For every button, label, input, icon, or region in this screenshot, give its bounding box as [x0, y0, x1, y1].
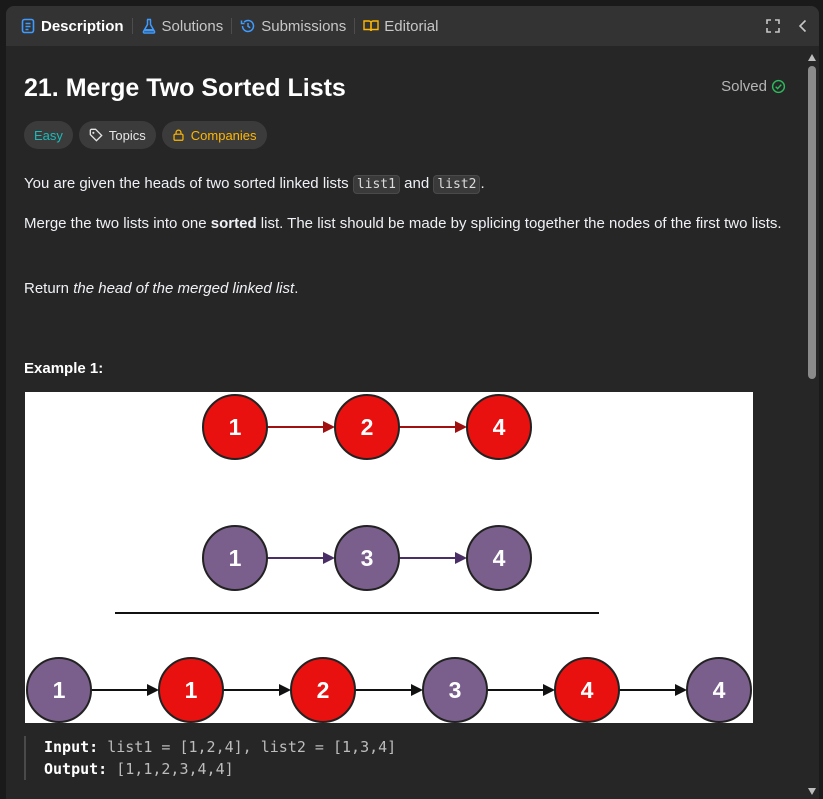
text: You are given the heads of two sorted li…	[24, 175, 353, 192]
example-diagram: 1 2 4 1 3 4 1 1 2 3 4 4	[25, 392, 753, 723]
arrow-head	[455, 421, 467, 433]
arrow-head	[543, 684, 555, 696]
fullscreen-icon[interactable]	[765, 18, 781, 34]
node-value: 1	[229, 414, 242, 440]
scroll-down-arrow[interactable]	[808, 788, 816, 795]
example-output-line: Output: [1,1,2,3,4,4]	[44, 758, 814, 780]
node-value: 3	[449, 677, 462, 703]
tab-description[interactable]: Description	[6, 6, 132, 46]
node-value: 4	[581, 677, 594, 703]
scrollbar-thumb[interactable]	[808, 66, 816, 379]
difficulty-badge[interactable]: Easy	[24, 121, 73, 149]
node-value: 4	[493, 545, 506, 571]
tag-icon	[89, 128, 103, 142]
node-value: 1	[53, 677, 66, 703]
tab-solutions[interactable]: Solutions	[133, 6, 232, 46]
arrow-head	[279, 684, 291, 696]
solved-status: Solved	[721, 78, 786, 95]
tab-bar: Description Solutions Submissions Editor…	[6, 6, 819, 46]
node-value: 2	[361, 414, 374, 440]
companies-label: Companies	[190, 127, 257, 143]
node-value: 1	[229, 545, 242, 571]
node-value: 1	[185, 677, 198, 703]
text: .	[480, 175, 485, 192]
text: and	[399, 175, 434, 192]
text: .	[294, 280, 299, 297]
arrow-head	[147, 684, 159, 696]
lock-icon	[173, 129, 184, 141]
companies-button[interactable]: Companies	[161, 121, 267, 149]
topics-label: Topics	[108, 127, 146, 143]
tab-submissions[interactable]: Submissions	[232, 6, 354, 46]
text: Return	[24, 280, 74, 297]
node-value: 3	[361, 545, 374, 571]
bold-text: sorted	[210, 215, 257, 232]
description-icon	[21, 18, 35, 34]
check-circle-icon	[771, 79, 786, 94]
flask-icon	[142, 18, 155, 34]
example-title: Example 1:	[24, 360, 104, 377]
node-value: 4	[713, 677, 726, 703]
example-code-block: Input: list1 = [1,2,4], list2 = [1,3,4] …	[24, 736, 814, 780]
topics-button[interactable]: Topics	[78, 121, 156, 149]
tab-editorial[interactable]: Editorial	[355, 6, 446, 46]
tab-label: Solutions	[161, 17, 224, 35]
linked-list-diagram: 1 2 4 1 3 4 1 1 2 3 4 4	[26, 394, 752, 723]
page-title: 21. Merge Two Sorted Lists	[24, 74, 346, 102]
description-paragraph-1: You are given the heads of two sorted li…	[24, 172, 789, 197]
inline-code: list2	[433, 175, 481, 194]
input-value: list1 = [1,2,4], list2 = [1,3,4]	[107, 738, 397, 756]
output-label: Output:	[44, 760, 108, 778]
example-input-line: Input: list1 = [1,2,4], list2 = [1,3,4]	[44, 736, 814, 758]
scroll-up-arrow[interactable]	[808, 54, 816, 61]
problem-panel: Description Solutions Submissions Editor…	[6, 6, 819, 799]
arrow-head	[323, 421, 335, 433]
node-value: 2	[317, 677, 330, 703]
output-value: [1,1,2,3,4,4]	[116, 760, 234, 778]
arrow-head	[675, 684, 687, 696]
problem-badges: Easy Topics Companies	[24, 121, 267, 149]
scrollbar[interactable]	[805, 46, 819, 799]
history-icon	[240, 19, 255, 33]
chevron-left-icon[interactable]	[795, 18, 811, 34]
description-paragraph-2: Merge the two lists into one sorted list…	[24, 212, 789, 236]
text: list. The list should be made by splicin…	[256, 215, 782, 232]
difficulty-label: Easy	[34, 127, 63, 143]
arrow-head	[455, 552, 467, 564]
tab-label: Description	[41, 17, 124, 35]
arrow-head	[411, 684, 423, 696]
input-label: Input:	[44, 738, 99, 756]
tab-label: Submissions	[261, 17, 347, 35]
italic-text: the head of the merged linked list	[73, 280, 295, 297]
description-paragraph-3: Return the head of the merged linked lis…	[24, 277, 789, 301]
solved-label: Solved	[721, 78, 767, 95]
arrow-head	[323, 552, 335, 564]
book-icon	[363, 20, 379, 32]
node-value: 4	[493, 414, 506, 440]
tab-label: Editorial	[384, 17, 439, 35]
text: Merge the two lists into one	[24, 215, 211, 232]
inline-code: list1	[352, 175, 400, 194]
tab-bar-actions	[765, 6, 811, 46]
